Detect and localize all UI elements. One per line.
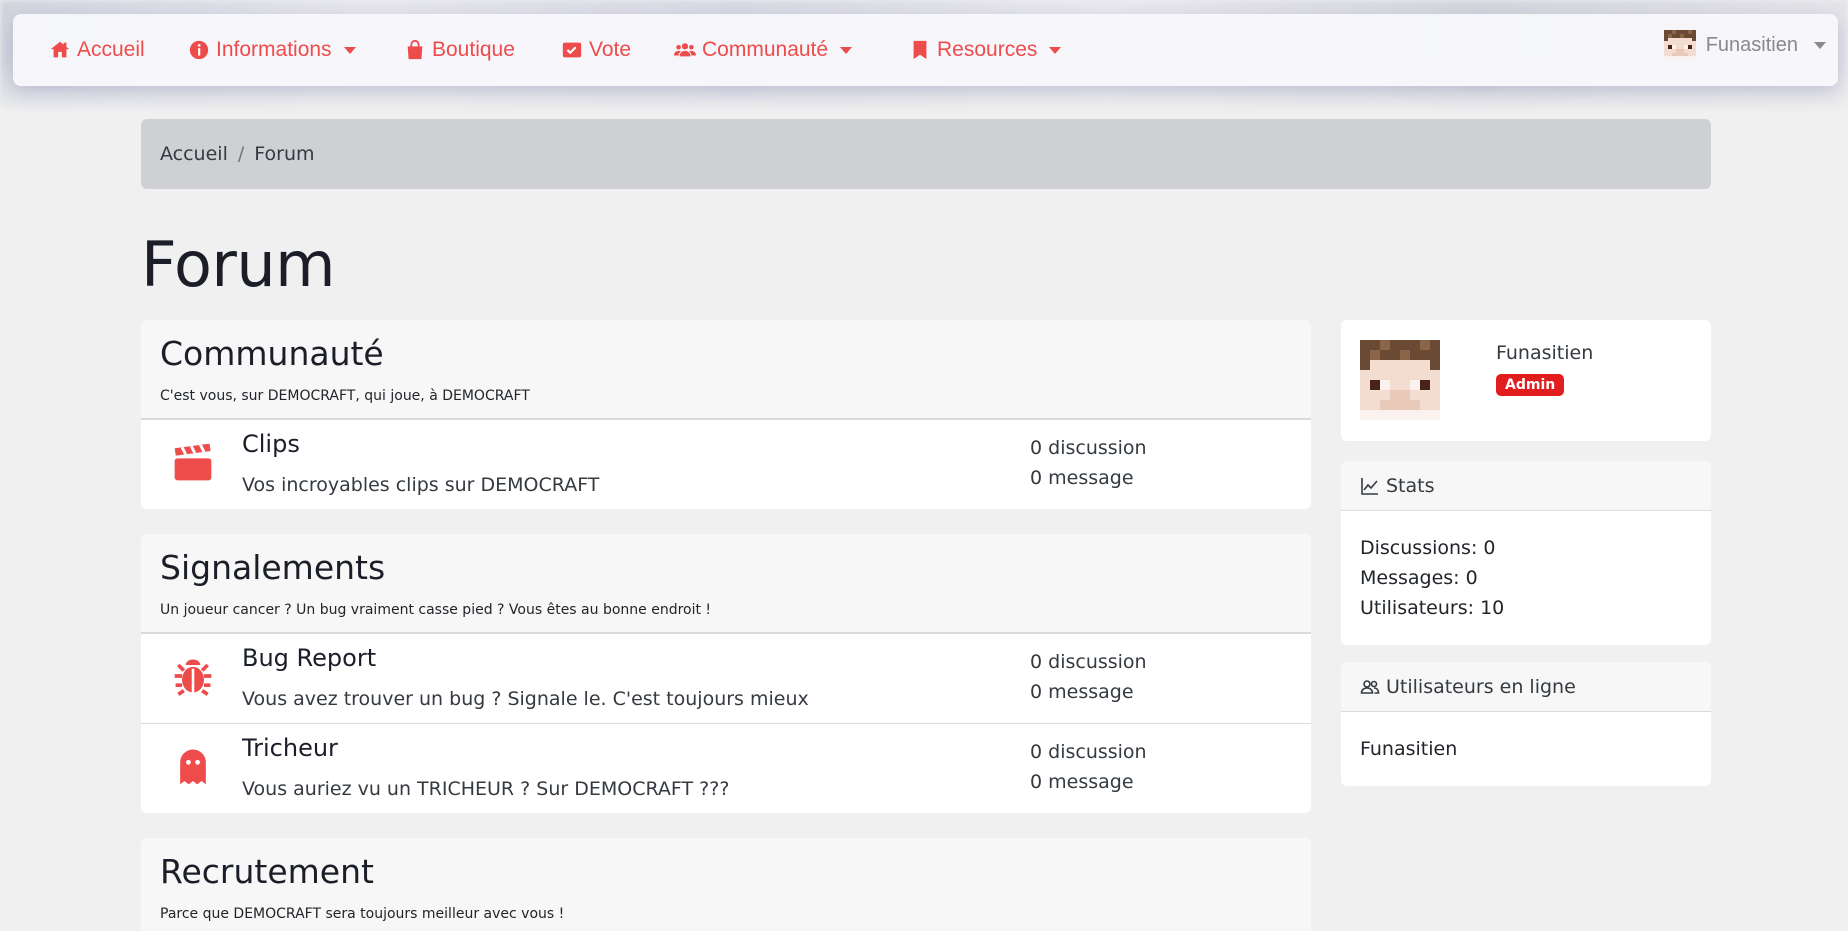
breadcrumb: Accueil / Forum (141, 119, 1711, 189)
forum-category-signalements: Signalements Un joueur cancer ? Un bug v… (141, 534, 1311, 813)
nav-item-informations[interactable]: Informations (188, 14, 356, 86)
nav-label: Communauté (702, 38, 829, 61)
online-user[interactable]: Funasitien (1360, 734, 1692, 764)
breadcrumb-separator: / (237, 143, 245, 165)
nav-label: Resources (937, 38, 1038, 61)
online-users-card-title: Utilisateurs en ligne (1386, 675, 1576, 698)
nav-item-communaute[interactable]: Communauté (674, 14, 853, 86)
home-icon (50, 41, 70, 58)
nav-label: Vote (589, 38, 632, 61)
user-name: Funasitien (1705, 33, 1798, 56)
stat-messages: Messages: 0 (1360, 567, 1478, 589)
category-title: Communauté (160, 334, 384, 373)
category-title: Signalements (160, 548, 386, 587)
ghost-icon (171, 744, 215, 788)
category-description: Parce que DEMOCRAFT sera toujours meille… (160, 905, 565, 922)
users-icon (674, 43, 696, 57)
nav-label: Boutique (432, 38, 515, 61)
category-header: Signalements Un joueur cancer ? Un bug v… (141, 534, 1311, 633)
stats-card-body: Discussions: 0 Messages: 0 Utilisateurs:… (1341, 511, 1711, 645)
forum-stats: 0 discussion 0 message (1030, 737, 1147, 797)
category-header: Recrutement Parce que DEMOCRAFT sera tou… (141, 838, 1311, 931)
nav-item-boutique[interactable]: Boutique (404, 14, 515, 86)
forum-category-communaute: Communauté C'est vous, sur DEMOCRAFT, qu… (141, 320, 1311, 509)
chevron-down-icon (343, 46, 356, 54)
forum-discussion-count: 0 discussion (1030, 650, 1147, 673)
nav-item-accueil[interactable]: Accueil (49, 14, 145, 86)
main-navbar: Accueil Informations Boutique Vote Commu… (13, 14, 1838, 86)
vote-icon (562, 42, 582, 58)
nav-item-resources[interactable]: Resources (909, 14, 1062, 86)
forum-discussion-count: 0 discussion (1030, 436, 1147, 459)
forum-description: Vous avez trouver un bug ? Signale le. C… (242, 687, 809, 710)
chevron-down-icon (1049, 46, 1062, 54)
forum-row-bug-report[interactable]: Bug Report Vous avez trouver un bug ? Si… (141, 632, 1311, 723)
chart-line-icon (1361, 477, 1378, 495)
avatar (1360, 340, 1440, 420)
category-title: Recrutement (160, 852, 374, 891)
online-users-card: Utilisateurs en ligne Funasitien (1341, 662, 1711, 786)
forum-stats: 0 discussion 0 message (1030, 647, 1147, 707)
nav-item-vote[interactable]: Vote (561, 14, 631, 86)
shopping-bag-icon (407, 39, 423, 60)
online-users-card-body: Funasitien (1341, 712, 1711, 786)
forum-description: Vos incroyables clips sur DEMOCRAFT (242, 473, 600, 496)
stats-card-header: Stats (1341, 461, 1711, 511)
chevron-down-icon (1814, 41, 1826, 49)
clapperboard-icon (171, 440, 215, 484)
bug-icon (171, 654, 215, 698)
forum-message-count: 0 message (1030, 680, 1134, 703)
online-users-card-header: Utilisateurs en ligne (1341, 662, 1711, 712)
forum-row-clips[interactable]: Clips Vos incroyables clips sur DEMOCRAF… (141, 418, 1311, 509)
category-description: C'est vous, sur DEMOCRAFT, qui joue, à D… (160, 387, 530, 404)
forum-name[interactable]: Bug Report (242, 644, 376, 672)
stat-users: Utilisateurs: 10 (1360, 597, 1505, 619)
bookmark-icon (913, 40, 927, 60)
stats-card: Stats Discussions: 0 Messages: 0 Utilisa… (1341, 461, 1711, 645)
forum-stats: 0 discussion 0 message (1030, 433, 1147, 493)
stats-card-title: Stats (1386, 474, 1435, 497)
forum-name[interactable]: Tricheur (242, 734, 338, 762)
profile-card: Funasitien Admin (1341, 320, 1711, 441)
user-avatar (1663, 30, 1696, 60)
category-header: Communauté C'est vous, sur DEMOCRAFT, qu… (141, 320, 1311, 419)
chevron-down-icon (840, 46, 853, 54)
breadcrumb-current: Forum (254, 143, 315, 165)
users-outline-icon (1360, 679, 1380, 694)
breadcrumb-home-link[interactable]: Accueil (160, 143, 228, 165)
forum-row-tricheur[interactable]: Tricheur Vous auriez vu un TRICHEUR ? Su… (141, 722, 1311, 813)
forum-category-recrutement: Recrutement Parce que DEMOCRAFT sera tou… (141, 838, 1311, 931)
forum-discussion-count: 0 discussion (1030, 740, 1147, 763)
user-menu[interactable]: Funasitien (1663, 30, 1826, 60)
profile-name[interactable]: Funasitien (1496, 342, 1593, 364)
forum-message-count: 0 message (1030, 466, 1134, 489)
page-title: Forum (141, 228, 336, 301)
role-badge: Admin (1496, 374, 1565, 396)
forum-message-count: 0 message (1030, 770, 1134, 793)
nav-label: Informations (216, 38, 332, 61)
forum-name[interactable]: Clips (242, 430, 300, 458)
stat-discussions: Discussions: 0 (1360, 537, 1496, 559)
nav-label: Accueil (77, 38, 145, 61)
info-icon (189, 40, 209, 60)
category-description: Un joueur cancer ? Un bug vraiment casse… (160, 601, 712, 618)
forum-description: Vous auriez vu un TRICHEUR ? Sur DEMOCRA… (242, 777, 730, 800)
